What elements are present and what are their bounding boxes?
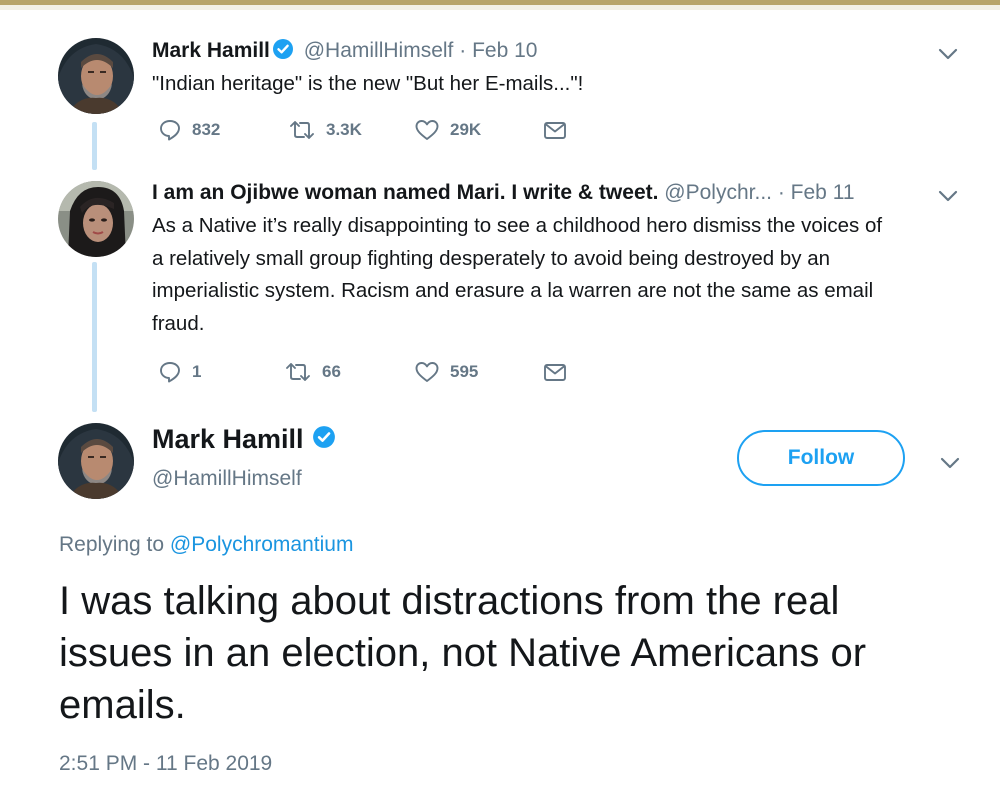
tweet-text-line: As a Native it’s really disappointing to… <box>152 214 883 237</box>
avatar-mark-hamill[interactable] <box>58 423 134 499</box>
like-count: 595 <box>450 362 479 381</box>
author-name-text: Mark Hamill <box>152 424 304 454</box>
replying-to: Replying to @Polychromantium <box>59 533 353 557</box>
retweet-action[interactable]: 66 <box>284 360 341 384</box>
verified-badge-icon <box>272 38 294 66</box>
separator-dot: · <box>459 39 467 62</box>
tweet-text-line: imperialistic system. Racism and erasure… <box>152 279 874 302</box>
separator-dot: · <box>777 181 785 204</box>
retweet-icon <box>286 363 310 381</box>
author-name[interactable]: Mark Hamill <box>152 39 270 62</box>
chevron-down-icon[interactable] <box>936 46 960 62</box>
tweet-actions: 832 3.3K 29K <box>158 118 578 148</box>
like-action[interactable]: 595 <box>414 360 478 384</box>
retweet-action[interactable]: 3.3K <box>288 118 362 142</box>
heart-icon <box>415 120 439 140</box>
retweet-count: 3.3K <box>326 120 362 139</box>
tweet-text: "Indian heritage" is the new "But her E-… <box>152 72 584 95</box>
follow-button[interactable]: Follow <box>737 430 905 486</box>
window-top-shadow <box>0 5 1000 10</box>
envelope-icon <box>544 364 566 381</box>
tweet-header: Mark Hamill @HamillHimself · Feb 10 <box>152 38 537 66</box>
author-handle[interactable]: @Polychr... <box>664 181 772 204</box>
tweet-date[interactable]: Feb 10 <box>472 39 537 62</box>
chevron-down-icon[interactable] <box>936 188 960 204</box>
replying-to-prefix: Replying to <box>59 533 165 556</box>
like-count: 29K <box>450 120 482 139</box>
focused-tweet-text: I was talking about distractions from th… <box>59 575 979 731</box>
reply-action[interactable]: 1 <box>158 360 201 384</box>
reply-icon <box>160 120 180 141</box>
direct-message-action[interactable] <box>542 360 568 384</box>
thread-line <box>92 262 97 412</box>
tweet-header: I am an Ojibwe woman named Mari. I write… <box>152 181 855 205</box>
thread-line <box>92 122 97 170</box>
tweet-text-line: I was talking about distractions from th… <box>59 579 840 623</box>
tweet-date[interactable]: Feb 11 <box>791 181 855 204</box>
heart-icon <box>415 362 439 382</box>
retweet-count: 66 <box>322 362 341 381</box>
tweet-timestamp[interactable]: 2:51 PM - 11 Feb 2019 <box>59 752 272 776</box>
tweet-actions: 1 66 595 <box>158 360 578 390</box>
tweet-text-line: issues in an election, not Native Americ… <box>59 631 867 675</box>
direct-message-action[interactable] <box>542 118 568 142</box>
chevron-down-icon[interactable] <box>938 455 962 471</box>
reply-count: 832 <box>192 120 221 139</box>
avatar-mari[interactable] <box>58 181 134 257</box>
tweet-text-line: fraud. <box>152 311 205 335</box>
verified-badge-icon <box>312 425 336 456</box>
tweet-text-line: a relatively small group fighting desper… <box>152 246 831 270</box>
envelope-icon <box>544 122 566 139</box>
reply-action[interactable]: 832 <box>158 118 220 142</box>
author-handle[interactable]: @HamillHimself <box>304 39 454 62</box>
reply-count: 1 <box>192 362 202 381</box>
avatar-mark-hamill[interactable] <box>58 38 134 114</box>
tweet-text: As a Native it’s really disappointing to… <box>152 210 972 340</box>
replying-to-link[interactable]: @Polychromantium <box>170 533 354 556</box>
like-action[interactable]: 29K <box>414 118 481 142</box>
author-name[interactable]: Mark Hamill <box>152 424 340 456</box>
author-handle[interactable]: @HamillHimself <box>152 467 302 491</box>
author-name[interactable]: I am an Ojibwe woman named Mari. I write… <box>152 181 658 204</box>
retweet-icon <box>290 121 314 139</box>
reply-icon <box>160 362 180 383</box>
tweet-text-line: emails. <box>59 683 186 727</box>
